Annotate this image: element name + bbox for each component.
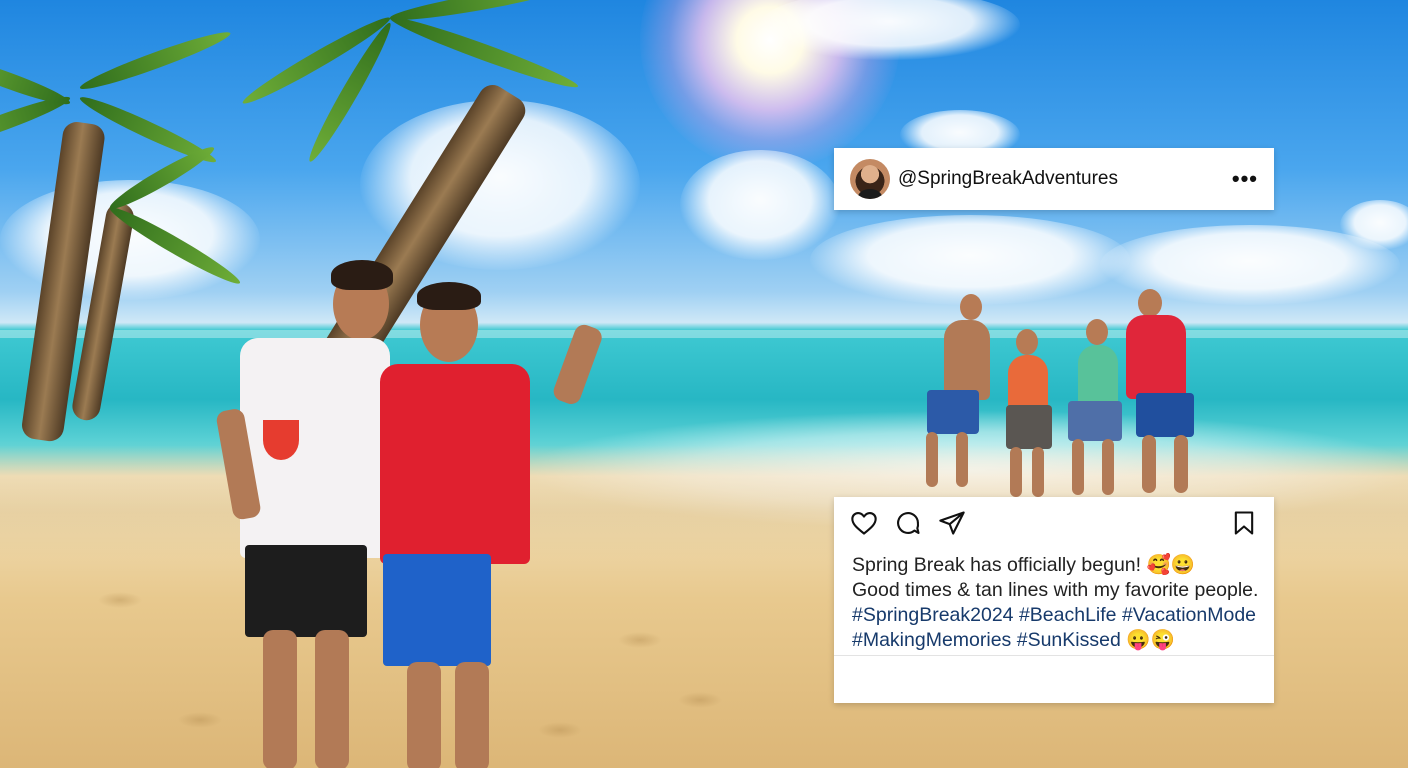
- friend-2: [1002, 325, 1054, 497]
- hashtags-line-1[interactable]: #SpringBreak2024 #BeachLife #VacationMod…: [852, 603, 1264, 628]
- friend-3: [1066, 315, 1126, 495]
- friend-4: [1126, 285, 1206, 495]
- username[interactable]: @SpringBreakAdventures: [898, 168, 1232, 190]
- heart-icon[interactable]: [850, 509, 878, 537]
- man-red-shirt: [375, 282, 605, 768]
- caption-line-2: Good times & tan lines with my favorite …: [852, 579, 1259, 601]
- avatar[interactable]: [850, 159, 890, 199]
- palm-frond: [77, 25, 234, 96]
- divider: [834, 655, 1274, 656]
- post-caption: Spring Break has officially begun! 🥰😀 Go…: [852, 553, 1264, 653]
- hashtags-line-2[interactable]: #MakingMemories #SunKissed 😛😜: [852, 628, 1264, 653]
- cocktail-glass: [263, 420, 299, 460]
- palm-frond: [387, 10, 581, 94]
- send-icon[interactable]: [938, 509, 966, 537]
- friend-1: [922, 290, 992, 490]
- post-footer: Spring Break has officially begun! 🥰😀 Go…: [834, 497, 1274, 703]
- action-bar: [850, 509, 1258, 539]
- palm-frond: [0, 51, 73, 111]
- comment-icon[interactable]: [894, 509, 922, 537]
- bookmark-icon[interactable]: [1230, 509, 1258, 537]
- post-header: @SpringBreakAdventures •••: [834, 148, 1274, 210]
- cloud: [680, 150, 840, 260]
- more-icon[interactable]: •••: [1232, 168, 1258, 190]
- caption-line-1: Spring Break has officially begun! 🥰😀: [852, 554, 1196, 576]
